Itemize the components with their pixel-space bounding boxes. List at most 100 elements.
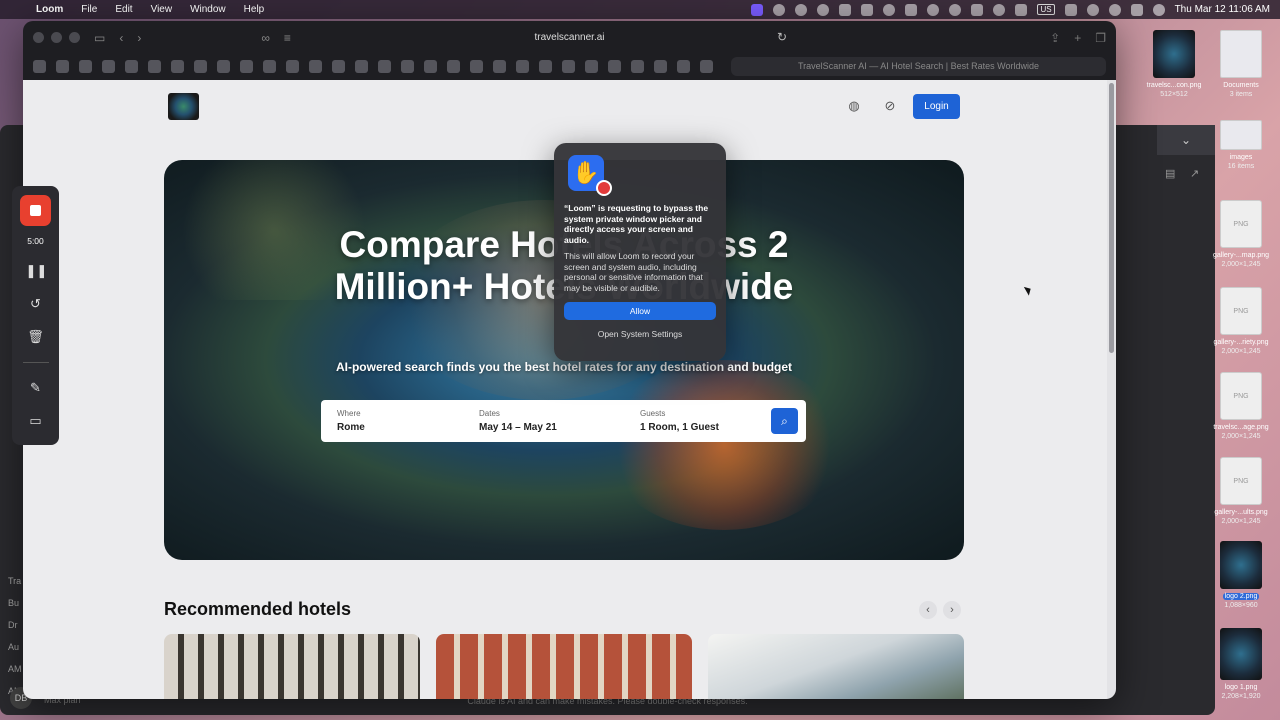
hotel-card[interactable] — [436, 634, 692, 699]
bookmark-icon[interactable] — [585, 59, 598, 73]
sidebar-item[interactable]: Tra — [8, 570, 22, 592]
carousel-prev-button[interactable]: ‹ — [919, 601, 937, 619]
allow-button[interactable]: Allow — [564, 302, 716, 320]
wifi-icon[interactable] — [1086, 3, 1099, 16]
bookmark-icon[interactable] — [33, 59, 46, 73]
guests-value[interactable]: 1 Room, 1 Guest — [640, 422, 770, 433]
volume-icon[interactable] — [1015, 3, 1028, 16]
play-icon[interactable] — [993, 3, 1006, 16]
document-icon[interactable]: ▤ — [1165, 167, 1177, 180]
desktop-file[interactable]: PNG gallery-...ults.png 2,000×1,245 — [1210, 457, 1272, 526]
private-browsing-icon[interactable]: ∞ — [261, 31, 270, 45]
hotel-card[interactable] — [708, 634, 964, 699]
sidebar-item[interactable]: Dr — [8, 614, 22, 636]
bookmark-icon[interactable] — [631, 59, 644, 73]
bookmark-icon[interactable] — [539, 59, 552, 73]
desktop-file[interactable]: logo 2.png 1,088×960 — [1210, 541, 1272, 610]
sidebar-toggle-icon[interactable]: ▭ — [94, 31, 105, 45]
where-field[interactable]: Where Rome — [337, 409, 479, 433]
back-icon[interactable]: ‹ — [119, 31, 123, 45]
bookmark-icon[interactable] — [332, 59, 345, 73]
desktop-file[interactable]: PNG gallery-...riety.png 2,000×1,245 — [1210, 287, 1272, 356]
forward-icon[interactable]: › — [137, 31, 141, 45]
status-app-icon[interactable] — [883, 3, 896, 16]
siri-icon[interactable] — [1152, 3, 1165, 16]
bookmark-icon[interactable] — [194, 59, 207, 73]
desktop-file[interactable]: PNG gallery-...map.png 2,000×1,245 — [1210, 200, 1272, 269]
login-button[interactable]: Login — [913, 94, 960, 119]
bookmark-icon[interactable] — [447, 59, 460, 73]
spotlight-search-icon[interactable] — [1108, 3, 1121, 16]
menu-edit[interactable]: Edit — [115, 4, 132, 15]
minimize-window-button[interactable] — [51, 32, 62, 43]
reader-icon[interactable]: ≡ — [284, 31, 291, 45]
status-app-icon[interactable] — [861, 3, 874, 16]
status-app-icon[interactable] — [839, 3, 852, 16]
sidebar-item[interactable]: Au — [8, 636, 22, 658]
bookmark-icon[interactable] — [125, 59, 138, 73]
bookmark-icon[interactable] — [286, 59, 299, 73]
bluetooth-icon[interactable] — [1064, 3, 1077, 16]
camera-toggle-button[interactable]: ▭ — [26, 413, 46, 429]
menu-app-name[interactable]: Loom — [36, 4, 63, 15]
site-logo[interactable] — [168, 93, 199, 120]
draw-tool-button[interactable]: ✎ — [26, 380, 46, 396]
bookmark-icon[interactable] — [654, 59, 667, 73]
sidebar-item[interactable]: AM — [8, 658, 22, 680]
bookmark-icon[interactable] — [378, 59, 391, 73]
desktop-folder-documents[interactable]: Documents 3 items — [1210, 30, 1272, 99]
stop-recording-button[interactable] — [20, 195, 51, 226]
apple-menu-icon[interactable] — [10, 4, 22, 16]
bookmark-icon[interactable] — [217, 59, 230, 73]
delete-button[interactable]: 🗑 — [26, 329, 46, 345]
share-icon[interactable]: ⇪ — [1050, 31, 1060, 45]
input-source-indicator[interactable]: US — [1037, 4, 1055, 15]
pause-button[interactable]: ❚❚ — [26, 263, 48, 279]
bookmark-icon[interactable] — [677, 59, 690, 73]
dates-field[interactable]: Dates May 14 – May 21 — [479, 409, 640, 433]
bookmark-icon[interactable] — [56, 59, 69, 73]
close-window-button[interactable] — [33, 32, 44, 43]
menu-clock[interactable]: Thu Mar 12 11:06 AM — [1175, 4, 1270, 15]
status-app-icon[interactable] — [905, 3, 918, 16]
clock-icon[interactable] — [949, 3, 962, 16]
bookmark-icon[interactable] — [700, 59, 713, 73]
menu-view[interactable]: View — [151, 4, 173, 15]
bookmark-icon[interactable] — [309, 59, 322, 73]
bookmark-icon[interactable] — [263, 59, 276, 73]
bookmark-icon[interactable] — [562, 59, 575, 73]
status-app-icon[interactable] — [817, 3, 830, 16]
bookmark-icon[interactable] — [355, 59, 368, 73]
tab-title[interactable]: TravelScanner AI — AI Hotel Search | Bes… — [731, 56, 1106, 76]
bookmark-icon[interactable] — [148, 59, 161, 73]
desktop-file[interactable]: PNG travelsc...age.png 2,000×1,245 — [1210, 372, 1272, 441]
zoom-window-button[interactable] — [69, 32, 80, 43]
bookmark-icon[interactable] — [79, 59, 92, 73]
screen-recording-status-icon[interactable] — [751, 3, 764, 16]
tab-overview-icon[interactable]: ❐ — [1095, 31, 1106, 45]
dates-value[interactable]: May 14 – May 21 — [479, 422, 640, 433]
display-icon[interactable] — [971, 3, 984, 16]
where-value[interactable]: Rome — [337, 422, 479, 433]
currency-icon[interactable]: ⊘ — [881, 97, 899, 115]
bookmark-icon[interactable] — [424, 59, 437, 73]
carousel-next-button[interactable]: › — [943, 601, 961, 619]
share-icon[interactable]: ↗ — [1190, 167, 1202, 180]
desktop-folder-images[interactable]: images 16 items — [1210, 120, 1272, 171]
bookmark-icon[interactable] — [171, 59, 184, 73]
microphone-icon[interactable] — [927, 3, 940, 16]
reload-icon[interactable]: ↻ — [777, 30, 787, 44]
guests-field[interactable]: Guests 1 Room, 1 Guest — [640, 409, 770, 433]
status-app-icon[interactable] — [795, 3, 808, 16]
sidebar-item[interactable]: Bu — [8, 592, 22, 614]
bookmark-icon[interactable] — [401, 59, 414, 73]
menu-window[interactable]: Window — [190, 4, 226, 15]
new-tab-icon[interactable]: + — [1074, 31, 1081, 45]
bookmark-icon[interactable] — [470, 59, 483, 73]
bookmark-icon[interactable] — [608, 59, 621, 73]
bookmark-icon[interactable] — [493, 59, 506, 73]
page-scrollbar[interactable] — [1107, 80, 1116, 699]
control-center-icon[interactable] — [1130, 3, 1143, 16]
desktop-file[interactable]: travelsc...con.png 512×512 — [1143, 30, 1205, 99]
hotel-card[interactable] — [164, 634, 420, 699]
